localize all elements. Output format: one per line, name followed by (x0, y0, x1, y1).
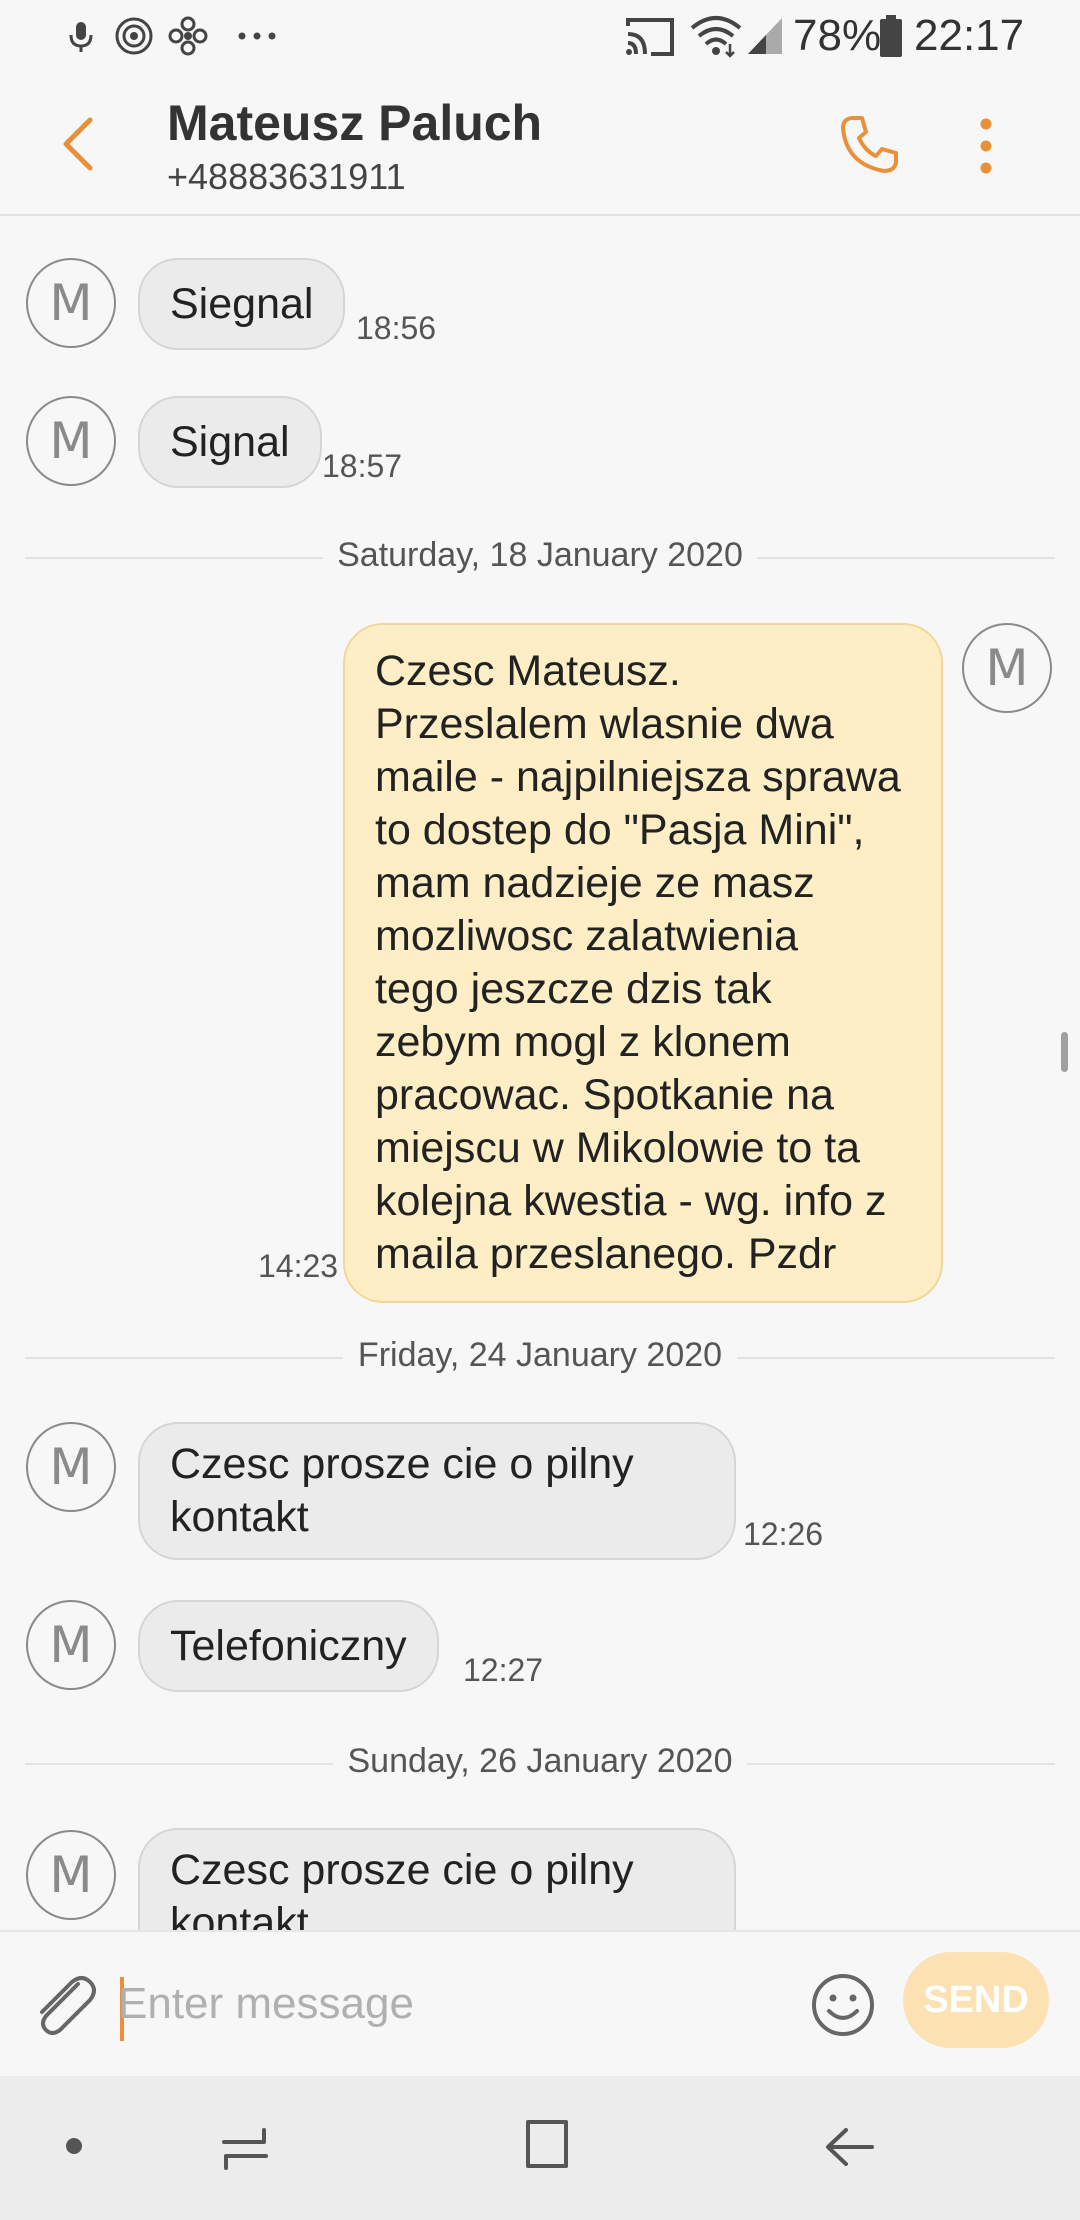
contact-avatar[interactable]: M (26, 1422, 116, 1512)
back-arrow-icon[interactable] (58, 114, 98, 174)
message-composer: Enter message SEND (0, 1930, 1080, 2078)
message-line: pracowac. Spotkanie na (375, 1071, 834, 1119)
more-options-icon[interactable] (978, 116, 994, 176)
incoming-message[interactable]: Telefoniczny (138, 1600, 439, 1692)
signal-icon (748, 18, 782, 54)
nav-dot-icon[interactable] (64, 2136, 84, 2156)
emoji-icon[interactable] (810, 1972, 876, 2038)
contact-avatar[interactable]: M (26, 1830, 116, 1920)
contact-avatar[interactable]: M (26, 258, 116, 348)
message-line: Przeslalem wlasnie dwa (375, 700, 834, 748)
conversation-header: Mateusz Paluch +48883631911 (0, 72, 1080, 216)
message-input[interactable]: Enter message (118, 1944, 788, 2064)
contact-avatar[interactable]: M (26, 396, 116, 486)
incoming-message[interactable]: Czesc prosze cie o pilny kontakt (138, 1828, 736, 1930)
message-line: kontakt (170, 1493, 309, 1541)
date-separator: Sunday, 26 January 2020 (0, 1734, 1080, 1794)
message-line: Czesc Mateusz. (375, 647, 681, 695)
back-icon[interactable] (822, 2122, 878, 2172)
date-label: Sunday, 26 January 2020 (347, 1742, 733, 1780)
contact-number: +48883631911 (167, 156, 406, 197)
battery-percent: 78% (793, 11, 882, 60)
clock: 22:17 (914, 11, 1025, 60)
outgoing-message[interactable]: Czesc Mateusz. Przeslalem wlasnie dwa ma… (343, 623, 943, 1303)
message-line: maile - najpilniejsza sprawa (375, 753, 901, 801)
phone-icon[interactable] (838, 114, 900, 176)
message-time: 18:57 (322, 448, 403, 484)
date-label: Saturday, 18 January 2020 (337, 536, 743, 574)
battery-icon (880, 15, 902, 57)
message-time: 18:56 (356, 310, 437, 346)
message-line: Czesc prosze cie o pilny (170, 1440, 634, 1488)
message-line: mam nadzieje ze masz (375, 859, 815, 907)
recent-apps-icon[interactable] (218, 2122, 272, 2176)
contact-avatar[interactable]: M (26, 1600, 116, 1690)
date-separator: Saturday, 18 January 2020 (0, 528, 1080, 588)
contact-name[interactable]: Mateusz Paluch (167, 94, 542, 152)
message-list[interactable]: M Siegnal 18:56 M Signal 18:57 Saturday,… (0, 214, 1080, 1930)
scroll-indicator[interactable] (1061, 1032, 1068, 1072)
message-line: Czesc prosze cie o pilny (170, 1846, 634, 1894)
incoming-message[interactable]: Signal (138, 396, 322, 488)
message-line: maila przeslanego. Pzdr (375, 1230, 837, 1278)
wifi-icon (690, 16, 742, 58)
home-icon[interactable] (518, 2118, 574, 2174)
fan-icon (168, 16, 208, 56)
attach-icon[interactable] (32, 1970, 98, 2040)
message-line: kolejna kwestia - wg. info z (375, 1177, 887, 1225)
message-line: tego jeszcze dzis tak (375, 965, 772, 1013)
cast-icon (626, 18, 674, 56)
message-time: 12:26 (743, 1516, 824, 1552)
more-dots-icon (238, 32, 276, 40)
incoming-message[interactable]: Czesc prosze cie o pilny kontakt (138, 1422, 736, 1560)
incoming-message[interactable]: Siegnal (138, 258, 346, 350)
send-button[interactable]: SEND (903, 1952, 1049, 2048)
radio-icon (115, 17, 153, 55)
date-separator: Friday, 24 January 2020 (0, 1328, 1080, 1388)
status-bar: 78% 22:17 (0, 0, 1080, 72)
own-avatar[interactable]: M (962, 623, 1052, 713)
date-label: Friday, 24 January 2020 (357, 1336, 723, 1374)
message-time: 12:27 (463, 1652, 544, 1688)
mic-icon (69, 22, 93, 52)
message-line: mozliwosc zalatwienia (375, 912, 798, 960)
message-time: 14:23 (258, 1248, 339, 1284)
message-line: to dostep do "Pasja Mini", (375, 806, 865, 854)
message-line: miejscu w Mikolowie to ta (375, 1124, 861, 1172)
navigation-bar (0, 2076, 1080, 2220)
message-line: zebym mogl z klonem (375, 1018, 791, 1066)
message-line: kontakt (170, 1899, 309, 1930)
